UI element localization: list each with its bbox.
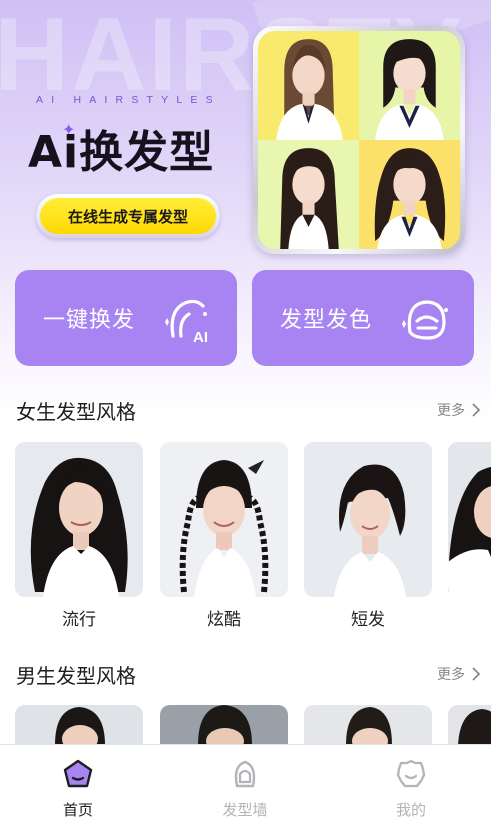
feature-cards: 一键换发 AI 发型发色 [15,270,475,366]
female-more-link[interactable]: 更多 [437,400,481,420]
section-title: 女生发型风格 [16,400,136,424]
bottom-tab-bar: 首页 发型墙 我的 [0,744,491,838]
style-label: 流行 [62,610,96,630]
feature-label: 发型发色 [280,308,373,333]
male-section-header: 男生发型风格 更多 [16,660,481,690]
style-card-partial[interactable] [448,442,491,597]
male-style-card[interactable] [448,705,491,745]
chevron-right-icon [472,403,481,417]
tab-hair-wall[interactable]: 发型墙 [185,745,305,838]
style-card-cool[interactable]: 炫酷 [160,442,288,630]
male-style-card[interactable] [160,705,288,745]
style-thumbnail [448,442,491,597]
tab-profile[interactable]: 我的 [351,745,471,838]
collage-portrait [359,31,460,140]
one-click-hair-swap-card[interactable]: 一键换发 AI [15,270,237,366]
more-label: 更多 [437,667,465,683]
male-style-list [15,705,491,745]
tab-label: 我的 [395,801,426,819]
profile-icon [396,759,426,788]
tab-home[interactable]: 首页 [18,745,138,838]
style-thumbnail [15,442,143,597]
hairstyle-collage [253,26,465,254]
style-label: 炫酷 [207,610,241,630]
style-thumbnail [160,442,288,597]
hero-title: Ai换发型 [28,127,215,178]
home-icon [63,759,93,788]
hair-color-icon [402,300,448,340]
male-style-card[interactable] [15,705,143,745]
collage-portrait [258,31,359,140]
tab-label: 首页 [62,801,93,819]
more-label: 更多 [437,403,465,419]
tab-label: 发型墙 [222,801,268,819]
svg-text:AI: AI [193,329,208,346]
generate-hairstyle-label: 在线生成专属发型 [40,198,216,234]
collage-portrait [359,140,460,249]
female-section-header: 女生发型风格 更多 [16,396,481,426]
chevron-right-icon [472,667,481,681]
style-card-popular[interactable]: 流行 [15,442,143,630]
generate-hairstyle-button[interactable]: 在线生成专属发型 [36,194,220,238]
feature-label: 一键换发 [43,308,136,333]
male-more-link[interactable]: 更多 [437,664,481,684]
style-card-short[interactable]: 短发 [304,442,432,630]
collage-portrait [258,140,359,249]
male-style-card[interactable] [304,705,432,745]
section-title: 男生发型风格 [16,664,136,688]
female-style-list: 流行 炫酷 短发 [15,442,491,632]
hair-color-card[interactable]: 发型发色 [252,270,474,366]
style-label: 短发 [351,610,385,630]
hair-wall-icon [234,760,256,788]
hero-tagline: AI HAIRSTYLES [36,94,221,106]
ai-hair-swap-icon: AI [165,299,208,346]
style-thumbnail [304,442,432,597]
